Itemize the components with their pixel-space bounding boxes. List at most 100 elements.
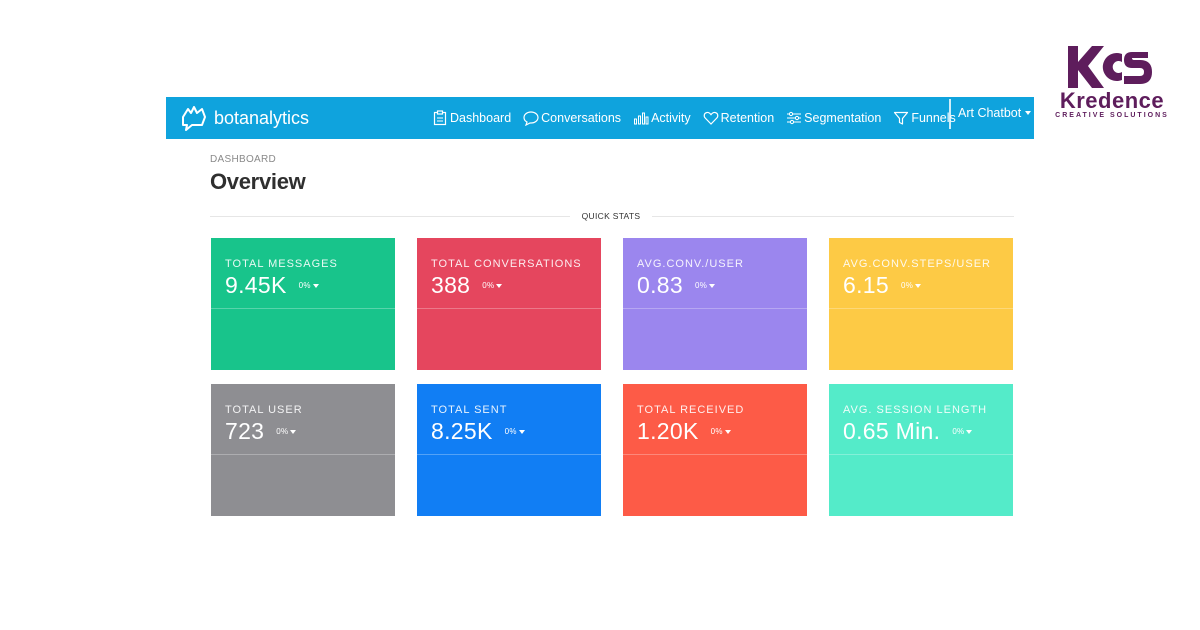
stat-label: TOTAL USER (225, 404, 303, 416)
stat-delta-value: 0% (276, 427, 289, 436)
nav-activity-label: Activity (651, 111, 691, 125)
stat-card-avg-conv-user[interactable]: AVG.CONV./USER 0.83 0% (623, 238, 807, 370)
nav-funnels[interactable]: Funnels (893, 110, 956, 126)
stat-value: 723 (225, 418, 265, 444)
bot-selector-label: Art Chatbot (958, 106, 1022, 120)
stat-delta[interactable]: 0% (276, 427, 297, 436)
stat-value-row: 0.83 0% (637, 272, 716, 299)
stat-label: AVG.CONV./USER (637, 258, 744, 270)
caret-down-icon (966, 429, 973, 434)
stat-value-row: 0.65 Min. 0% (843, 418, 973, 445)
clipboard-icon (433, 110, 447, 126)
card-divider (211, 454, 395, 455)
stat-card-avg-conv-steps-user[interactable]: AVG.CONV.STEPS/USER 6.15 0% (829, 238, 1013, 370)
stat-delta-value: 0% (694, 281, 708, 290)
stat-delta[interactable]: 0% (299, 281, 319, 290)
stat-value: 6.15 (843, 272, 889, 298)
stat-delta[interactable]: 0% (900, 281, 922, 290)
caret-down-icon (518, 429, 525, 434)
nav-divider (949, 99, 951, 129)
stat-value: 388 (431, 272, 471, 298)
caret-down-icon (724, 429, 731, 434)
stat-label: TOTAL SENT (431, 404, 508, 416)
dashboard-app: botanalytics Dashboard Conversations Act… (166, 97, 1034, 537)
heart-icon (703, 111, 719, 125)
nav-dashboard-label: Dashboard (450, 111, 512, 125)
stat-label: AVG.CONV.STEPS/USER (843, 258, 991, 270)
card-divider (829, 454, 1013, 455)
card-divider (211, 308, 395, 309)
chevron-down-icon (1025, 111, 1032, 115)
stat-label: TOTAL RECEIVED (637, 404, 745, 416)
stat-value: 0.65 Min. (843, 418, 941, 444)
caret-down-icon (915, 283, 922, 288)
stat-card-total-sent[interactable]: TOTAL SENT 8.25K 0% (417, 384, 601, 516)
top-navbar: botanalytics Dashboard Conversations Act… (166, 97, 1034, 139)
nav-activity[interactable]: Activity (633, 110, 691, 126)
nav-retention-label: Retention (720, 111, 775, 125)
card-divider (417, 308, 601, 309)
kcs-tagline: CREATIVE SOLUTIONS (1055, 112, 1169, 119)
stat-delta[interactable]: 0% (711, 427, 731, 436)
stat-delta[interactable]: 0% (694, 281, 716, 290)
caret-down-icon (496, 283, 503, 288)
breadcrumb: DASHBOARD (210, 154, 277, 165)
stat-value-row: 8.25K 0% (431, 418, 525, 445)
stat-value-row: 9.45K 0% (225, 272, 319, 299)
chat-bubble-icon (523, 111, 539, 126)
caret-down-icon (290, 429, 297, 434)
stat-value-row: 1.20K 0% (637, 418, 731, 445)
stat-delta-value: 0% (482, 281, 495, 290)
botanalytics-logo-icon (182, 106, 206, 131)
stat-value-row: 388 0% (431, 272, 503, 299)
card-divider (417, 454, 601, 455)
card-divider (623, 454, 807, 455)
stat-value: 0.83 (637, 272, 683, 298)
card-divider (623, 308, 807, 309)
stat-delta-value: 0% (504, 427, 517, 436)
stat-delta-value: 0% (298, 281, 311, 290)
stat-value-row: 6.15 0% (843, 272, 922, 299)
section-divider-right (652, 216, 1014, 217)
funnel-icon (894, 111, 909, 125)
kcs-logo: Kredence CREATIVE SOLUTIONS (1044, 44, 1180, 124)
main-nav: Dashboard Conversations Activity Retenti… (432, 97, 968, 139)
stat-value-row: 723 0% (225, 418, 297, 445)
nav-conversations[interactable]: Conversations (523, 110, 621, 126)
nav-segmentation-label: Segmentation (804, 111, 882, 125)
stat-delta[interactable]: 0% (505, 427, 525, 436)
stat-delta[interactable]: 0% (952, 427, 973, 436)
page-title: Overview (210, 169, 306, 194)
brand-name: botanalytics (214, 107, 310, 128)
bot-selector-dropdown[interactable]: Art Chatbot (958, 97, 1032, 129)
stat-card-total-user[interactable]: TOTAL USER 723 0% (211, 384, 395, 516)
brand-logo[interactable]: botanalytics (178, 103, 309, 133)
nav-dashboard[interactable]: Dashboard (432, 110, 511, 126)
caret-down-icon (709, 283, 716, 288)
stat-card-total-received[interactable]: TOTAL RECEIVED 1.20K 0% (623, 384, 807, 516)
nav-segmentation[interactable]: Segmentation (786, 110, 881, 126)
nav-conversations-label: Conversations (541, 111, 622, 125)
stat-value: 1.20K (637, 418, 699, 444)
stat-card-total-conversations[interactable]: TOTAL CONVERSATIONS 388 0% (417, 238, 601, 370)
kcs-brand-name: Kredence (1059, 88, 1165, 113)
caret-down-icon (312, 283, 319, 288)
stat-delta-value: 0% (952, 427, 965, 436)
sliders-icon (787, 111, 802, 125)
kcs-logo-mark (1068, 46, 1152, 88)
stat-value: 9.45K (225, 272, 287, 298)
section-label: QUICK STATS (581, 211, 641, 221)
bar-chart-icon (634, 112, 649, 125)
section-divider-left (210, 216, 570, 217)
card-divider (829, 308, 1013, 309)
stat-value: 8.25K (431, 418, 493, 444)
nav-retention[interactable]: Retention (703, 110, 775, 126)
stat-label: TOTAL CONVERSATIONS (431, 258, 582, 270)
stat-label: TOTAL MESSAGES (225, 258, 338, 270)
stat-delta[interactable]: 0% (482, 281, 503, 290)
stat-label: AVG. SESSION LENGTH (843, 404, 988, 416)
stat-delta-value: 0% (710, 427, 723, 436)
stat-card-avg-session-length[interactable]: AVG. SESSION LENGTH 0.65 Min. 0% (829, 384, 1013, 516)
stat-card-total-messages[interactable]: TOTAL MESSAGES 9.45K 0% (211, 238, 395, 370)
stat-delta-value: 0% (900, 281, 914, 290)
